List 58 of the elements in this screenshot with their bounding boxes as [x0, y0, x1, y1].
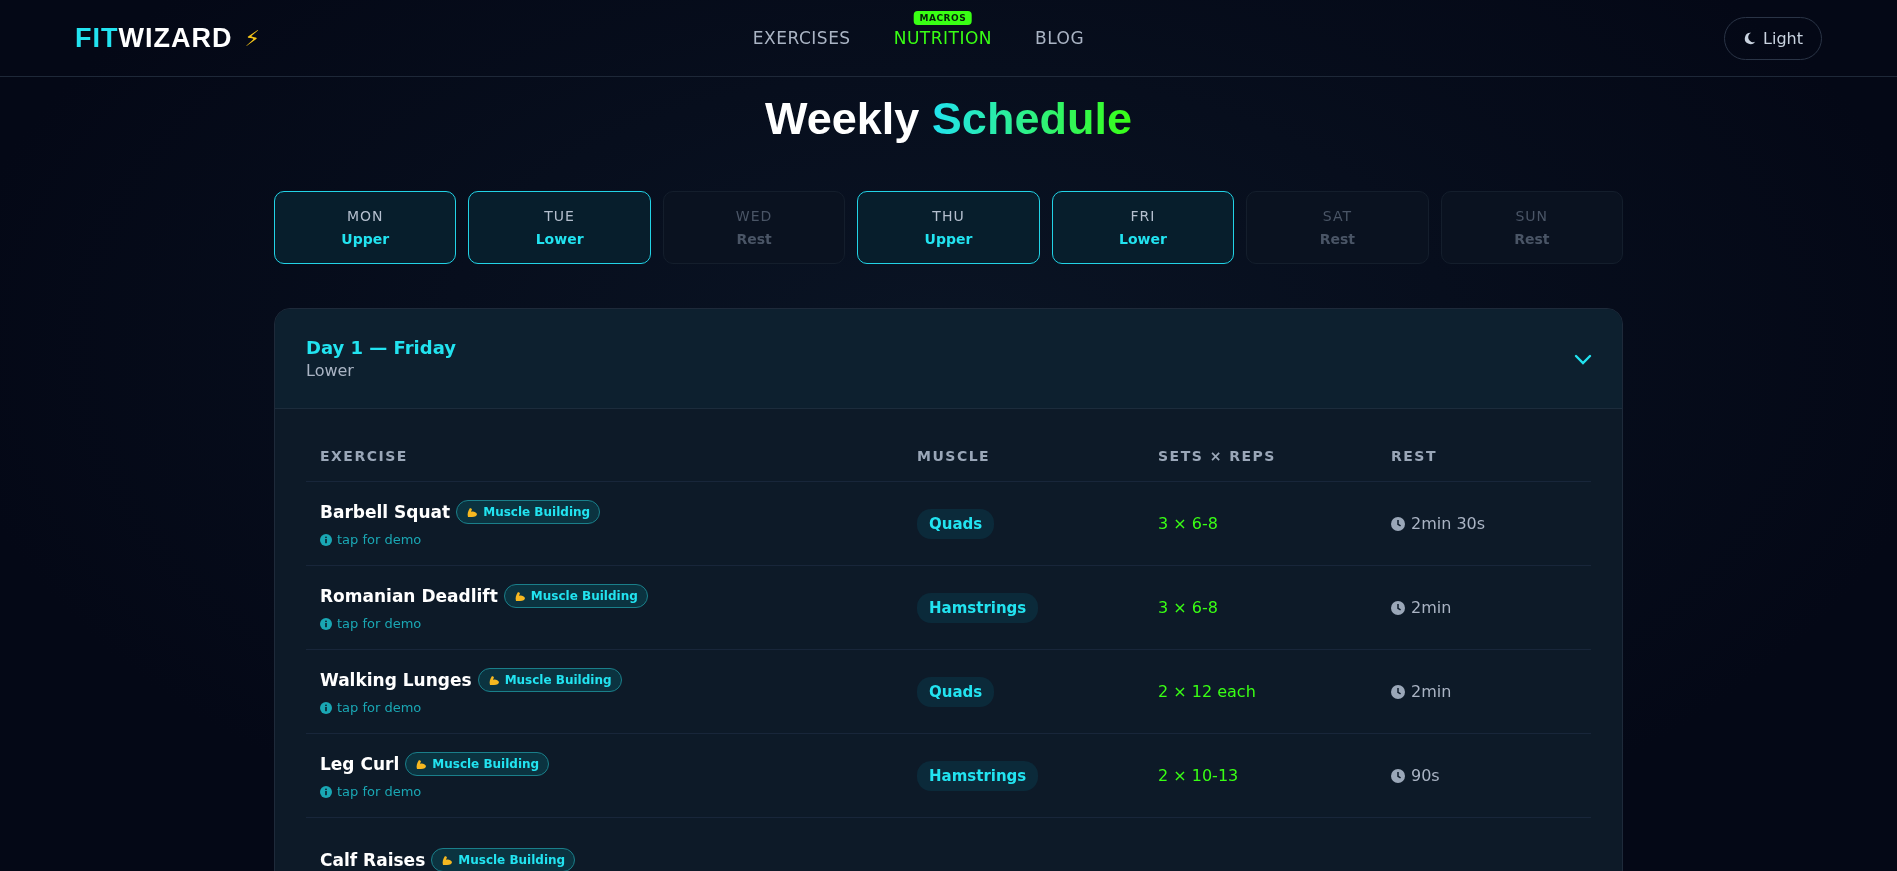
flexed-arm-icon	[487, 674, 500, 686]
moon-icon	[1743, 31, 1757, 45]
clock-icon	[1391, 516, 1405, 531]
muscle-tag: Quads	[917, 509, 995, 539]
day-title: Day 1 — Friday	[306, 337, 456, 358]
column-header: EXERCISE	[320, 448, 409, 464]
muscle-tag: Hamstrings	[917, 761, 1039, 791]
rest-time: 90s	[1411, 766, 1440, 785]
goal-tag: Muscle Building	[431, 847, 576, 871]
exercise-name[interactable]: Leg Curl	[320, 754, 400, 774]
nav-link[interactable]: NUTRITION	[893, 28, 993, 48]
sets-reps: 3 × 6-8	[1158, 598, 1218, 617]
rest-time: 2min 30s	[1411, 514, 1486, 533]
demo-hint[interactable]: tap for demo	[337, 784, 422, 799]
day-tile[interactable]: MON Upper	[274, 191, 457, 264]
nav-badge: MACROS	[913, 11, 973, 25]
nav-link[interactable]: EXERCISES	[752, 28, 851, 48]
flexed-arm-icon	[513, 590, 526, 602]
nav-link[interactable]: BLOG	[1035, 28, 1085, 48]
card-header[interactable]: Day 1 — Friday Lower	[275, 309, 1622, 409]
info-icon	[320, 701, 332, 714]
column-header: MUSCLE	[917, 448, 992, 464]
info-icon	[320, 785, 332, 798]
goal-tag: Muscle Building	[503, 584, 648, 608]
exercise-name[interactable]: Barbell Squat	[320, 502, 451, 522]
column-header: REST	[1391, 448, 1438, 464]
demo-hint[interactable]: tap for demo	[337, 532, 422, 547]
goal-tag: Muscle Building	[477, 668, 622, 692]
exercise-name[interactable]: Romanian Deadlift	[320, 586, 498, 606]
day-tile[interactable]: TUE Lower	[468, 191, 651, 264]
sets-reps: 3 × 6-8	[1158, 514, 1218, 533]
info-icon	[320, 533, 332, 546]
lightning-icon: ⚡	[244, 25, 260, 51]
flexed-arm-icon	[466, 506, 479, 518]
day-tile[interactable]: THU Upper	[857, 191, 1040, 264]
goal-tag: Muscle Building	[456, 500, 601, 524]
day-tile[interactable]: FRI Lower	[1051, 191, 1235, 264]
rest-time: 2min	[1411, 682, 1452, 701]
demo-hint[interactable]: tap for demo	[337, 700, 422, 715]
chevron-icon[interactable]	[1574, 352, 1592, 365]
muscle-tag: Quads	[917, 677, 995, 707]
rest-time: 2min	[1411, 598, 1452, 617]
muscle-tag: Hamstrings	[917, 593, 1039, 623]
flexed-arm-icon	[441, 853, 454, 866]
clock-icon	[1391, 600, 1405, 615]
sets-reps: 2 × 12 each	[1158, 682, 1256, 701]
day-subtitle: Lower	[306, 361, 355, 380]
goal-tag: Muscle Building	[405, 752, 550, 776]
exercise-name[interactable]: Walking Lunges	[320, 670, 472, 690]
column-header: SETS × REPS	[1158, 448, 1277, 464]
info-icon	[320, 617, 332, 630]
clock-icon	[1391, 768, 1405, 783]
clock-icon	[1391, 684, 1405, 699]
sets-reps: 2 × 10-13	[1158, 766, 1239, 785]
exercise-name[interactable]: Calf Raises	[320, 849, 426, 870]
flexed-arm-icon	[415, 758, 428, 770]
demo-hint[interactable]: tap for demo	[337, 616, 422, 631]
brand-logo[interactable]: FITWIZARD	[75, 22, 233, 54]
